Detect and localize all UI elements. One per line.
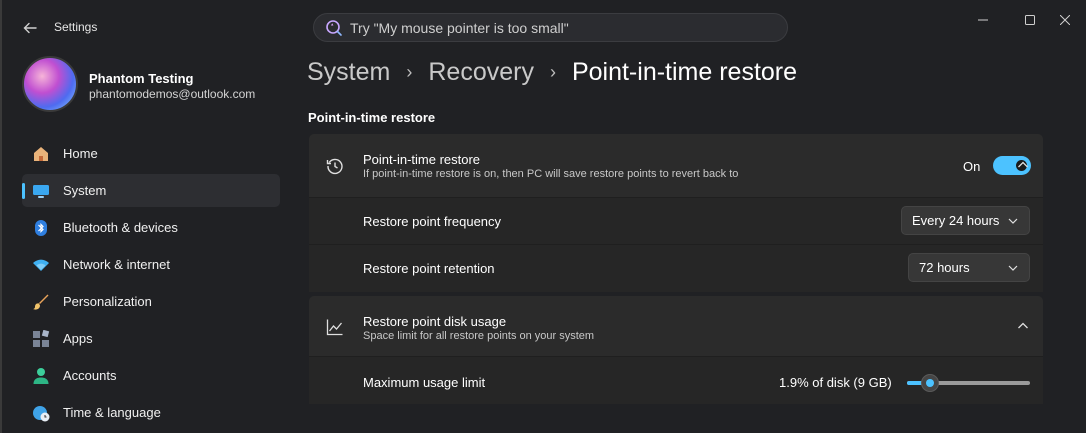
chevron-right-icon: › (549, 62, 556, 82)
search-placeholder: Try "My mouse pointer is too small" (350, 19, 569, 36)
sidebar-item-label: Apps (63, 331, 93, 346)
sidebar-item-label: Network & internet (63, 257, 170, 272)
minimize-button[interactable] (960, 8, 1006, 32)
settings-window: Settings Try "My mouse pointer is too sm… (0, 0, 1086, 433)
history-icon (325, 156, 345, 176)
disk-usage-card: Restore point disk usage Space limit for… (309, 296, 1043, 404)
sidebar-item-label: Accounts (63, 368, 117, 383)
retention-dropdown[interactable]: 72 hours (908, 253, 1030, 282)
system-icon (32, 182, 50, 200)
usage-limit-value: 1.9% of disk (9 GB) (779, 375, 892, 390)
sidebar-item-apps[interactable]: Apps (22, 322, 280, 355)
retention-label: Restore point retention (363, 261, 495, 276)
close-button[interactable] (1042, 8, 1086, 32)
breadcrumb: System › Recovery › Point-in-time restor… (307, 58, 797, 87)
brush-icon (32, 293, 50, 311)
bluetooth-icon (32, 219, 50, 237)
minimize-icon (978, 19, 988, 21)
retention-row: Restore point retention 72 hours (309, 245, 1043, 292)
retention-value: 72 hours (919, 260, 970, 275)
sidebar-item-label: System (63, 183, 107, 198)
restore-header-row[interactable]: Point-in-time restore If point-in-time r… (309, 134, 1043, 198)
sidebar-item-bluetooth[interactable]: Bluetooth & devices (22, 211, 280, 244)
search-box[interactable]: Try "My mouse pointer is too small" (313, 13, 788, 42)
frequency-dropdown[interactable]: Every 24 hours (901, 206, 1030, 235)
page-title: Point-in-time restore (571, 58, 798, 86)
sidebar-nav: Home System Bluetooth & devices Network … (22, 137, 280, 433)
apps-icon (32, 329, 50, 348)
sidebar-item-accounts[interactable]: Accounts (22, 359, 280, 392)
globe-clock-icon (32, 404, 50, 422)
sidebar-item-home[interactable]: Home (22, 137, 280, 170)
title-bar: Settings Try "My mouse pointer is too sm… (2, 0, 1086, 54)
frequency-value: Every 24 hours (912, 213, 1000, 228)
chevron-right-icon: › (406, 62, 413, 82)
section-title: Point-in-time restore (308, 110, 436, 125)
home-icon (32, 145, 50, 163)
avatar (22, 56, 78, 112)
search-icon (326, 19, 342, 36)
maximize-icon (1025, 15, 1035, 25)
frequency-row: Restore point frequency Every 24 hours (309, 198, 1043, 245)
profile-name: Phantom Testing (89, 71, 194, 86)
sidebar-item-time-language[interactable]: Time & language (22, 396, 280, 429)
back-arrow-icon (23, 22, 37, 34)
restore-settings-card: Point-in-time restore If point-in-time r… (309, 134, 1043, 292)
sidebar-item-label: Personalization (63, 294, 152, 309)
sidebar-item-network[interactable]: Network & internet (22, 248, 280, 281)
usage-limit-label: Maximum usage limit (363, 375, 486, 390)
chevron-up-icon[interactable] (1015, 318, 1031, 334)
toggle-state-label: On (963, 159, 981, 174)
disk-usage-title: Restore point disk usage (363, 314, 507, 329)
chart-line-icon (325, 317, 345, 337)
chevron-down-icon (1008, 265, 1018, 271)
sidebar-item-label: Time & language (63, 405, 161, 420)
restore-title: Point-in-time restore (363, 152, 481, 167)
restore-description: If point-in-time restore is on, then PC … (363, 168, 739, 180)
frequency-label: Restore point frequency (363, 214, 502, 229)
wifi-icon (32, 256, 50, 274)
usage-limit-row: Maximum usage limit 1.9% of disk (9 GB) (309, 357, 1043, 404)
close-icon (1060, 15, 1070, 25)
disk-usage-header-row[interactable]: Restore point disk usage Space limit for… (309, 296, 1043, 357)
sidebar-item-label: Bluetooth & devices (63, 220, 178, 235)
back-button[interactable] (16, 14, 44, 42)
breadcrumb-recovery[interactable]: Recovery (428, 58, 534, 87)
chevron-down-icon (1008, 218, 1018, 224)
app-title: Settings (54, 20, 98, 34)
breadcrumb-system[interactable]: System (307, 58, 390, 87)
profile-email: phantomodemos@outlook.com (89, 87, 256, 101)
usage-limit-slider-thumb[interactable] (921, 374, 939, 392)
sidebar-item-system[interactable]: System (22, 174, 280, 207)
chevron-up-icon[interactable] (1015, 157, 1031, 173)
user-profile[interactable]: Phantom Testing phantomodemos@outlook.co… (22, 56, 292, 116)
sidebar-item-personalization[interactable]: Personalization (22, 285, 280, 318)
person-icon (32, 367, 50, 385)
sidebar-item-label: Home (63, 146, 98, 161)
disk-usage-description: Space limit for all restore points on yo… (363, 330, 595, 342)
